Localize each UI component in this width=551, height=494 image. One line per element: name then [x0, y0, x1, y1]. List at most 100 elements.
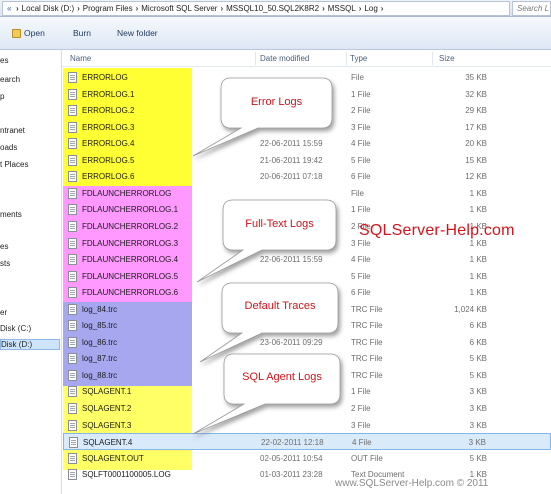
file-size: 5 KB	[469, 354, 487, 364]
file-icon	[68, 303, 77, 315]
file-type: File	[351, 73, 364, 82]
file-icon	[68, 154, 77, 166]
file-row[interactable]: SQLAGENT.2 2 File 3 KB	[63, 400, 551, 417]
file-row[interactable]: ERRORLOG.3 3 File 17 KB	[63, 119, 551, 136]
file-row[interactable]: log_87.trc TRC File 5 KB	[63, 350, 551, 367]
nav-item[interactable]: p	[0, 92, 4, 101]
file-name: ERRORLOG.1	[82, 89, 135, 99]
file-icon	[68, 220, 77, 232]
file-row[interactable]: FDLAUNCHERRORLOG.1 1 File 1 KB	[63, 201, 551, 218]
nav-item[interactable]: sts	[0, 259, 10, 268]
breadcrumb-separator-icon[interactable]: ›	[380, 4, 385, 13]
file-icon	[68, 105, 77, 117]
file-row[interactable]: ERRORLOG.4 22-06-2011 15:59 4 File 20 KB	[63, 135, 551, 152]
file-type: 2 File	[351, 106, 371, 116]
file-icon	[68, 403, 77, 414]
file-size: 3 KB	[469, 387, 487, 397]
file-name: FDLAUNCHERRORLOG.3	[82, 238, 179, 248]
file-icon	[68, 171, 77, 183]
file-type: File	[351, 188, 364, 198]
file-size: 15 KB	[465, 155, 487, 165]
file-size: 3 KB	[469, 404, 487, 413]
file-icon	[68, 419, 77, 431]
file-type: 2 File	[351, 404, 371, 413]
file-name: log_85.trc	[82, 321, 118, 331]
footer-watermark: www.SQLServer-Help.com © 2011	[335, 478, 489, 489]
file-name: ERRORLOG.2	[82, 106, 135, 116]
file-icon	[68, 469, 77, 481]
nav-item[interactable]: es	[0, 56, 8, 65]
file-row[interactable]: SQLAGENT.OUT 02-05-2011 10:54 OUT File 5 KB	[63, 450, 551, 467]
file-row[interactable]: ERRORLOG.6 20-06-2011 07:18 6 File 12 KB	[63, 168, 551, 185]
nav-item[interactable]: Disk (C:)	[0, 324, 31, 333]
breadcrumb-item[interactable]: Microsoft SQL Server	[139, 4, 219, 13]
file-row[interactable]: FDLAUNCHERRORLOG File 1 KB	[63, 185, 551, 202]
column-header-name[interactable]: Name	[70, 54, 91, 63]
open-icon	[12, 28, 21, 38]
file-row[interactable]: ERRORLOG.5 21-06-2011 19:42 5 File 15 KB	[63, 152, 551, 169]
burn-button[interactable]: Burn	[73, 28, 91, 38]
file-type: TRC File	[351, 370, 383, 380]
address-field[interactable]: « › Local Disk (D:) › Program Files › Microso…	[2, 1, 510, 16]
file-name: SQLAGENT.4	[83, 438, 133, 448]
command-bar: Open Burn New folder	[0, 17, 551, 50]
file-name: log_87.trc	[82, 354, 118, 364]
file-row[interactable]: log_85.trc TRC File 6 KB	[63, 317, 551, 334]
file-row[interactable]: FDLAUNCHERRORLOG.4 22-06-2011 15:59 4 File…	[63, 251, 551, 268]
file-type: TRC File	[351, 304, 383, 314]
breadcrumb-item[interactable]: Log	[362, 4, 379, 13]
breadcrumb-item[interactable]: MSSQL	[326, 4, 358, 13]
file-size: 29 KB	[465, 106, 487, 116]
file-row[interactable]: log_86.trc 23-06-2011 09:29 TRC File 6 KB	[63, 334, 551, 351]
nav-item[interactable]: earch	[0, 75, 20, 84]
file-size: 1 KB	[469, 188, 487, 198]
nav-item[interactable]: Disk (D:)	[0, 339, 60, 350]
breadcrumb: › Local Disk (D:) › Program Files › Microsoft…	[15, 4, 384, 13]
file-row[interactable]: ERRORLOG File 35 KB	[63, 69, 551, 86]
file-name: log_86.trc	[82, 337, 118, 347]
breadcrumb-item[interactable]: Local Disk (D:)	[20, 4, 76, 13]
file-size: 6 KB	[469, 337, 487, 347]
file-date: 22-02-2011 12:18	[261, 438, 324, 448]
nav-item[interactable]: t Places	[0, 160, 28, 169]
sql-agent-logs-label: SQL Agent Logs	[242, 371, 322, 383]
file-type: 1 File	[351, 387, 371, 397]
open-button[interactable]: Open	[12, 28, 45, 38]
new-folder-button[interactable]: New folder	[117, 28, 158, 38]
breadcrumb-item[interactable]: Program Files	[81, 4, 135, 13]
file-icon	[69, 437, 78, 449]
nav-item[interactable]: es	[0, 242, 8, 251]
file-type: 1 File	[351, 205, 371, 215]
error-logs-label: Error Logs	[250, 96, 303, 108]
file-type: 4 File	[351, 255, 371, 265]
file-name: FDLAUNCHERRORLOG.1	[82, 205, 179, 215]
file-type: 6 File	[351, 172, 371, 182]
file-date: 20-06-2011 07:18	[260, 172, 323, 182]
column-header-date[interactable]: Date modified	[260, 54, 309, 63]
nav-item[interactable]: ments	[0, 210, 22, 219]
nav-item[interactable]: er	[0, 308, 7, 317]
search-input[interactable]: Search L	[512, 1, 551, 16]
file-name: ERRORLOG.5	[82, 155, 135, 165]
breadcrumb-item[interactable]: MSSQL10_50.SQL2K8R2	[224, 4, 321, 13]
file-row[interactable]: SQLAGENT.3 3 File 3 KB	[63, 417, 551, 434]
file-row[interactable]: SQLAGENT.1 1 File 3 KB	[63, 383, 551, 400]
file-type: 1 File	[351, 89, 371, 99]
file-type: TRC File	[351, 321, 383, 331]
file-name: FDLAUNCHERRORLOG.2	[82, 221, 179, 231]
column-header-size[interactable]: Size	[439, 54, 455, 63]
file-row[interactable]: FDLAUNCHERRORLOG.5 5 File 1 KB	[63, 268, 551, 285]
file-icon	[68, 138, 77, 150]
file-icon	[68, 187, 77, 199]
new-folder-label: New folder	[117, 28, 158, 38]
file-icon	[68, 369, 77, 381]
file-name: SQLAGENT.OUT	[82, 453, 144, 463]
file-icon	[68, 72, 77, 83]
file-row[interactable]: FDLAUNCHERRORLOG.6 6 File 1 KB	[63, 284, 551, 301]
nav-item[interactable]: ntranet	[0, 126, 25, 135]
file-size: 6 KB	[469, 321, 487, 331]
file-row[interactable]: SQLAGENT.4 22-02-2011 12:18 4 File 3 KB	[63, 433, 551, 450]
file-type: 3 File	[351, 122, 371, 132]
nav-item[interactable]: oads	[0, 143, 17, 152]
column-header-type[interactable]: Type	[350, 54, 367, 63]
